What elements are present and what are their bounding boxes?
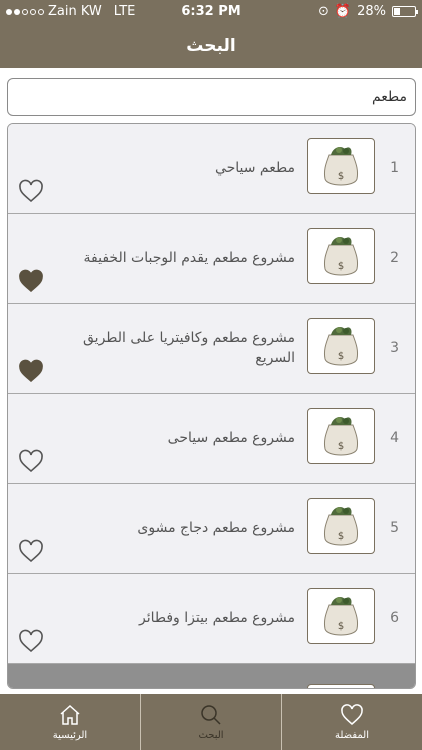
item-title: مشروع مطعم يقدم الوجبات الخفيفة (83, 250, 295, 266)
list-item[interactable]: 6 $ مشروع مطعم بيتزا وفطائر (8, 574, 415, 664)
money-bag-icon: $ (307, 588, 375, 644)
tab-bar: الرئيسية البحث المفضلة (0, 694, 422, 750)
svg-text:$: $ (338, 441, 344, 452)
list-item[interactable]: 5 $ مشروع مطعم دجاج مشوى (8, 484, 415, 574)
item-title: مشروع مطعم وكافيتريا على الطريق السريع (83, 330, 295, 366)
svg-text:$: $ (338, 171, 344, 182)
money-bag-icon: $ (307, 138, 375, 194)
list-item[interactable]: 4 $ مشروع مطعم سياحى (8, 394, 415, 484)
item-title: مشروع مطعم سياحى (167, 430, 295, 446)
svg-text:$: $ (338, 351, 344, 362)
list-item[interactable]: 3 $ مشروع مطعم وكافيتريا على الطريق السريع (8, 304, 415, 394)
item-index: 2 (390, 250, 399, 266)
search-input[interactable] (7, 78, 416, 116)
item-index: 3 (390, 340, 399, 356)
favorite-heart-icon[interactable] (18, 359, 44, 383)
alarm-icon: ⏰ (334, 4, 352, 19)
list-item[interactable]: 1 $ مطعم سياحي (8, 124, 415, 214)
item-index: 4 (390, 430, 399, 446)
svg-text:$: $ (338, 621, 344, 632)
money-bag-icon: $ (307, 498, 375, 554)
item-index: 5 (390, 520, 399, 536)
rotation-lock-icon: ⊙ (318, 4, 329, 19)
svg-text:$: $ (338, 531, 344, 542)
money-bag-icon: $ (307, 228, 375, 284)
favorite-heart-icon[interactable] (18, 269, 44, 293)
tab-home[interactable]: الرئيسية (0, 694, 140, 750)
list-item[interactable]: $ (8, 664, 415, 688)
svg-text:$: $ (338, 261, 344, 272)
status-right: ⊙ ⏰ 28% (318, 4, 418, 19)
battery-percent: 28% (357, 4, 386, 19)
money-bag-icon: $ (307, 684, 375, 688)
money-bag-icon: $ (307, 318, 375, 374)
heart-icon (341, 704, 363, 725)
money-bag-icon: $ (307, 408, 375, 464)
favorite-heart-icon[interactable] (18, 179, 44, 203)
tab-home-label: الرئيسية (52, 730, 88, 741)
tab-search[interactable]: البحث (140, 694, 281, 750)
item-index: 1 (390, 160, 399, 176)
search-icon (201, 705, 221, 725)
favorite-heart-icon[interactable] (18, 449, 44, 473)
home-icon (60, 704, 80, 725)
favorite-heart-icon[interactable] (18, 629, 44, 653)
nav-title: البحث (0, 24, 422, 68)
list-item[interactable]: 2 $ مشروع مطعم يقدم الوجبات الخفيفة (8, 214, 415, 304)
results-list: 1 $ مطعم سياحي 2 $ مشروع مطعم يقدم الوجبات ال… (7, 123, 416, 689)
status-bar: Zain KW LTE 6:32 PM ⊙ ⏰ 28% (0, 0, 422, 24)
tab-favorites-label: المفضلة (334, 730, 369, 741)
battery-icon (392, 6, 418, 17)
tab-search-label: البحث (198, 730, 224, 741)
item-title: مشروع مطعم بيتزا وفطائر (138, 610, 295, 626)
favorite-heart-icon[interactable] (18, 539, 44, 563)
item-title: مشروع مطعم دجاج مشوى (137, 520, 295, 536)
item-title: مطعم سياحي (214, 160, 295, 176)
tab-favorites[interactable]: المفضلة (281, 694, 422, 750)
item-index: 6 (390, 610, 399, 626)
